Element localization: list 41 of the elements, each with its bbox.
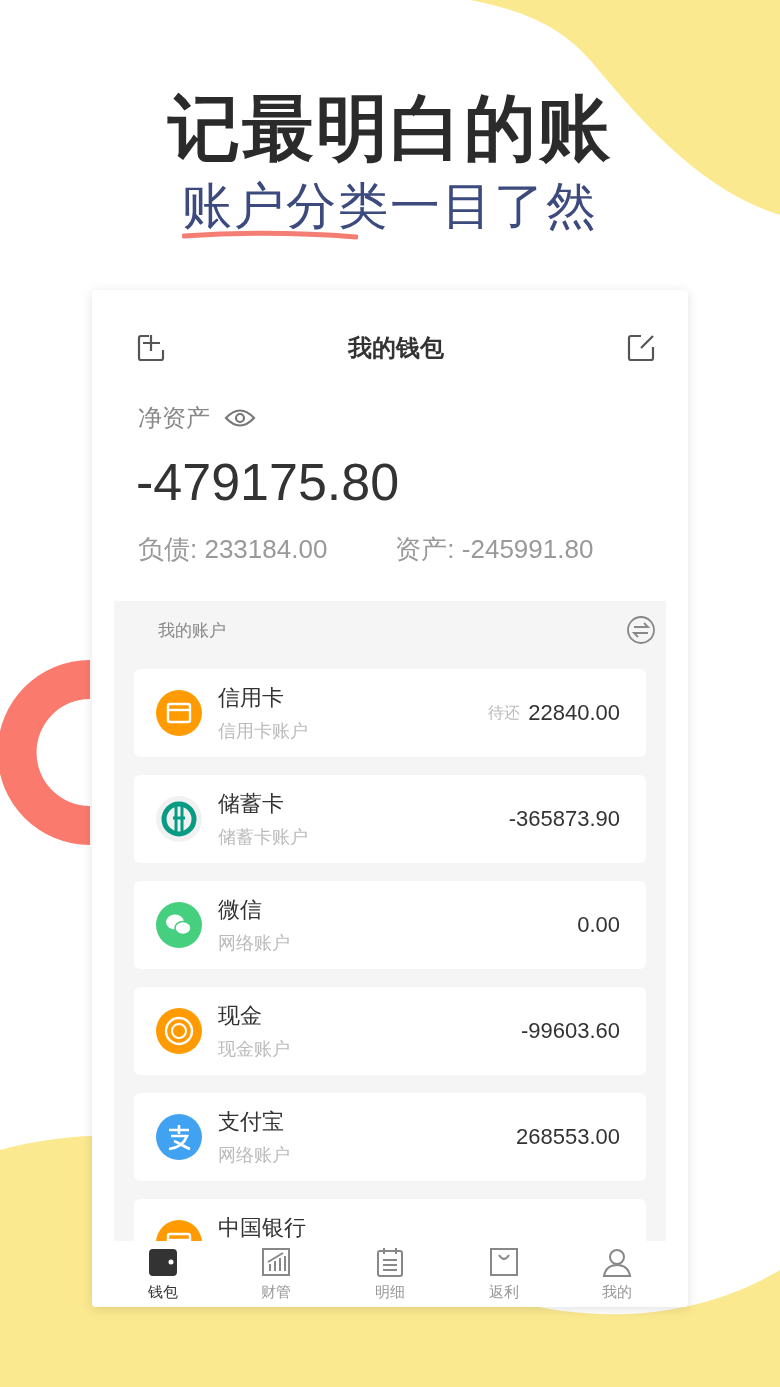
amount-label: 待还 — [488, 702, 521, 723]
account-type: 网络账户 — [218, 932, 291, 955]
swap-icon[interactable] — [626, 615, 656, 645]
tab[interactable]: 钱包 — [147, 1246, 178, 1302]
account-card[interactable]: 微信 网络账户 0.00 — [134, 881, 646, 969]
account-type: 储蓄卡账户 — [218, 826, 309, 849]
account-type: 现金账户 — [218, 1038, 291, 1061]
chart-icon — [261, 1246, 292, 1277]
section-title: 我的账户 — [158, 619, 226, 642]
account-name: 信用卡 — [218, 684, 285, 712]
net-assets-label: 净资产 — [138, 403, 210, 433]
account-amount: -99603.60 — [520, 1018, 620, 1044]
account-amount: -365873.90 — [508, 806, 620, 832]
account-amount: 22840.00 — [528, 700, 620, 726]
account-name: 储蓄卡 — [218, 790, 285, 818]
account-amount: 0.00 — [577, 912, 620, 938]
add-icon[interactable] — [136, 333, 166, 363]
assets-text: 资产: -245991.80 — [395, 533, 594, 566]
account-name: 微信 — [218, 896, 263, 924]
account-card[interactable]: 信用卡 信用卡账户 待还 22840.00 — [134, 669, 646, 757]
bag-icon — [488, 1246, 519, 1277]
liabilities-text: 负债: 233184.00 — [138, 533, 328, 566]
account-card[interactable]: 现金 现金账户 -99603.60 — [134, 987, 646, 1075]
eye-icon[interactable] — [224, 407, 256, 429]
account-name: 现金 — [218, 1002, 263, 1030]
account-card[interactable]: 支付宝 网络账户 268553.00 — [134, 1093, 646, 1181]
account-amount: 268553.00 — [516, 1124, 620, 1150]
account-type: 信用卡账户 — [218, 720, 309, 743]
account-type: 网络账户 — [218, 1144, 291, 1167]
notepad-icon — [375, 1246, 405, 1277]
edit-icon[interactable] — [626, 333, 656, 363]
account-card[interactable]: 中国银行 — [134, 1199, 646, 1241]
account-card[interactable]: 储蓄卡 储蓄卡账户 -365873.90 — [134, 775, 646, 863]
net-assets-value: -479175.80 — [135, 452, 401, 513]
account-name: 支付宝 — [218, 1108, 285, 1136]
wallet-icon — [147, 1246, 178, 1277]
headline: 记最明白的账 — [168, 87, 612, 170]
person-icon — [602, 1246, 633, 1277]
account-name: 中国银行 — [218, 1214, 307, 1241]
subtitle: 账户分类一目了然 — [182, 180, 598, 232]
screen-title: 我的钱包 — [348, 333, 444, 363]
